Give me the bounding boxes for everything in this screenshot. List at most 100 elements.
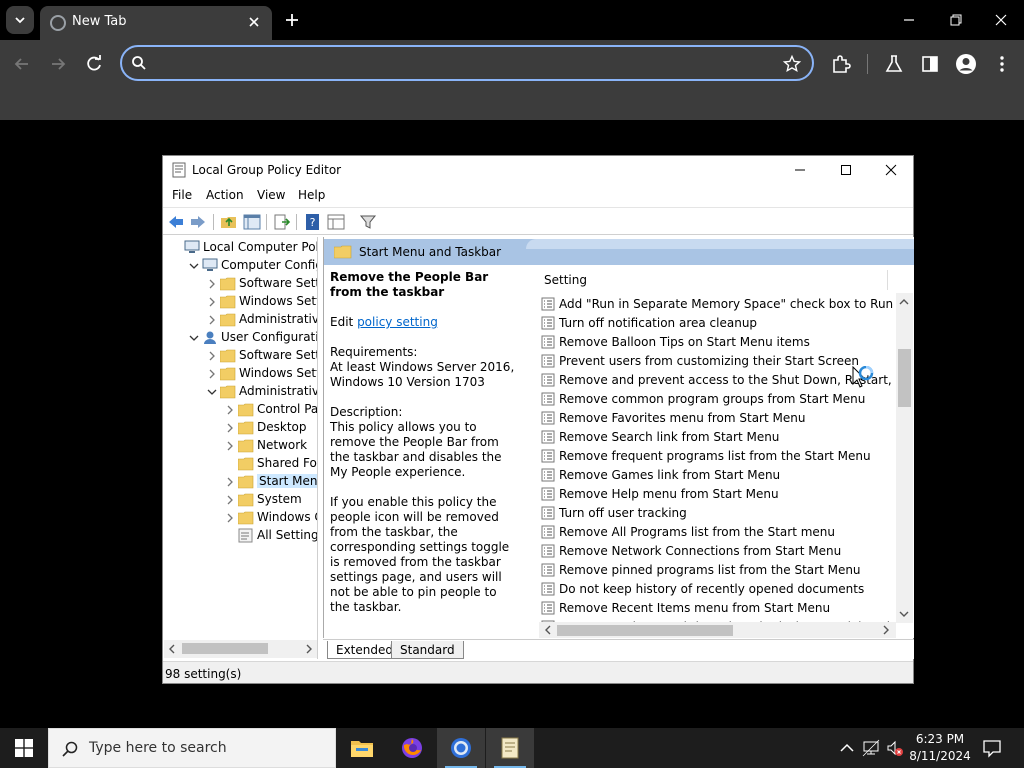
tree-horizontal-scrollbar[interactable] [164,640,317,658]
scroll-thumb[interactable] [557,625,733,636]
tree-item[interactable]: Software Settings [164,347,317,365]
menu-action[interactable]: Action [206,188,244,202]
scroll-right-icon[interactable] [881,625,891,635]
side-panel-button[interactable] [918,52,942,76]
tree-expanded-chevron-icon[interactable] [188,260,200,272]
setting-row[interactable]: Remove Help menu from Start Menu [539,485,889,504]
network-icon[interactable] [862,739,880,757]
volume-muted-icon[interactable] [886,739,904,757]
tab-search-button[interactable] [6,6,34,34]
setting-row[interactable]: Do not keep history of recently opened d… [539,580,889,599]
taskbar-firefox[interactable] [388,728,436,768]
tree-collapsed-chevron-icon[interactable] [206,296,218,308]
back-arrow-icon[interactable] [167,213,185,231]
setting-row[interactable]: Remove Balloon Tips on Start Menu items [539,333,889,352]
taskbar-search-box[interactable]: Type here to search [48,728,336,768]
tree-collapsed-chevron-icon[interactable] [224,512,236,524]
scroll-left-icon[interactable] [167,644,177,654]
setting-row[interactable]: Remove Games link from Start Menu [539,466,889,485]
tree-collapsed-chevron-icon[interactable] [224,494,236,506]
list-vertical-scrollbar[interactable] [896,293,913,623]
scroll-right-icon[interactable] [304,644,314,654]
setting-row[interactable]: Turn off user tracking [539,504,889,523]
tree-expanded-chevron-icon[interactable] [206,386,218,398]
setting-column-header[interactable]: Setting [542,270,888,290]
scroll-left-icon[interactable] [543,625,553,635]
setting-row[interactable]: Add "Run in Separate Memory Space" check… [539,295,894,314]
setting-row[interactable]: Remove Recent Items menu from Start Menu [539,599,889,618]
tree-collapsed-chevron-icon[interactable] [224,440,236,452]
edit-policy-setting-link[interactable]: policy setting [357,315,438,329]
setting-row[interactable]: Remove pinned programs list from the Sta… [539,561,889,580]
menu-file[interactable]: File [172,188,192,202]
tree-expanded-chevron-icon[interactable] [188,332,200,344]
scroll-down-icon[interactable] [899,609,909,619]
bookmark-star-icon[interactable] [782,54,802,74]
tree-collapsed-chevron-icon[interactable] [206,278,218,290]
window-titlebar[interactable]: Local Group Policy Editor [163,156,913,184]
up-folder-icon[interactable] [220,213,238,231]
forward-arrow-icon[interactable] [189,213,207,231]
taskbar-clock[interactable]: 6:23 PM 8/11/2024 [908,731,972,765]
tree-item[interactable]: Administrative Te [164,383,317,401]
scroll-up-icon[interactable] [899,297,909,307]
tree-item[interactable]: Desktop [164,419,317,437]
gp-close-button[interactable] [868,156,914,184]
taskbar-chrome[interactable] [437,728,485,768]
tree-collapsed-chevron-icon[interactable] [206,368,218,380]
tree-collapsed-chevron-icon[interactable] [224,404,236,416]
browser-tab[interactable]: New Tab [40,6,272,40]
taskbar-file-explorer[interactable] [338,728,386,768]
tree-collapsed-chevron-icon[interactable] [224,476,236,488]
menu-view[interactable]: View [257,188,285,202]
help-icon[interactable]: ? [304,213,322,231]
minimize-button[interactable] [897,10,921,30]
tree-item[interactable]: Start Menu ar [164,473,317,491]
back-button[interactable] [10,52,34,76]
setting-row[interactable]: Remove Search link from Start Menu [539,428,889,447]
chevron-up-icon[interactable] [838,739,856,757]
tree-item[interactable]: Network [164,437,317,455]
tree-item[interactable]: Windows Setting [164,293,317,311]
tree-item[interactable]: User Configuration [164,329,317,347]
tree-item[interactable]: Local Computer Policy [164,239,317,257]
new-tab-button[interactable] [281,9,303,31]
setting-row[interactable]: Remove frequent programs list from the S… [539,447,889,466]
tree-item[interactable]: Windows Setting [164,365,317,383]
setting-row[interactable]: Remove All Programs list from the Start … [539,523,889,542]
address-input[interactable] [156,53,756,73]
list-horizontal-scrollbar[interactable] [539,622,896,638]
tab-close-button[interactable] [244,12,264,32]
gp-minimize-button[interactable] [777,156,823,184]
profile-button[interactable] [954,52,978,76]
extensions-button[interactable] [829,52,853,76]
close-window-button[interactable] [989,10,1013,30]
address-bar[interactable] [120,45,814,81]
labs-button[interactable] [882,52,906,76]
menu-button[interactable] [990,52,1014,76]
tree-collapsed-chevron-icon[interactable] [206,314,218,326]
tree-item[interactable]: Administrative Te [164,311,317,329]
gp-maximize-button[interactable] [823,156,869,184]
filter-icon[interactable] [359,213,377,231]
setting-row[interactable]: Turn off notification area cleanup [539,314,889,333]
scroll-thumb[interactable] [898,349,911,407]
scroll-thumb[interactable] [182,643,268,654]
tab-standard[interactable]: Standard [391,641,464,659]
tree-item[interactable]: Software Settings [164,275,317,293]
start-button[interactable] [0,728,48,768]
reload-button[interactable] [82,52,106,76]
notifications-icon[interactable] [982,738,1002,758]
tree-item[interactable]: Windows Cor [164,509,317,527]
tree-collapsed-chevron-icon[interactable] [224,422,236,434]
tree-item[interactable]: All Settings [164,527,317,545]
show-hide-tree-icon[interactable] [243,213,261,231]
setting-row[interactable]: Remove and prevent access to the Shut Do… [539,371,894,390]
setting-row[interactable]: Remove Network Connections from Start Me… [539,542,889,561]
setting-row[interactable]: Remove common program groups from Start … [539,390,889,409]
tree-item[interactable]: Shared Folder [164,455,317,473]
tree-item[interactable]: Control Panel [164,401,317,419]
forward-button[interactable] [46,52,70,76]
properties-view-icon[interactable] [327,213,345,231]
setting-row[interactable]: Remove Favorites menu from Start Menu [539,409,889,428]
